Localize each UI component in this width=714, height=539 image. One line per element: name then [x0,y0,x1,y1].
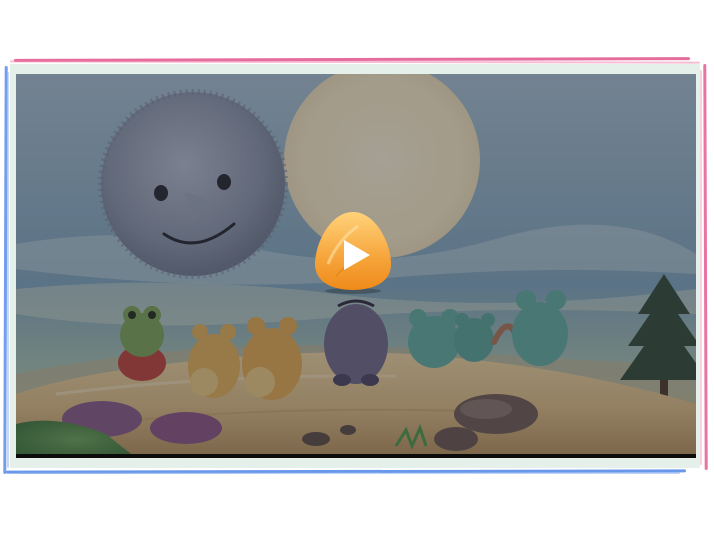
video-player[interactable] [16,74,696,458]
play-button[interactable] [314,210,392,294]
video-bottom-bar [16,454,696,458]
frame-stroke-right-secondary [700,70,702,465]
frame-stroke-left-secondary [7,72,9,468]
page [0,0,714,539]
frame-stroke-bottom-secondary [20,472,680,474]
frame-stroke-right [703,63,708,471]
play-icon [315,212,391,294]
